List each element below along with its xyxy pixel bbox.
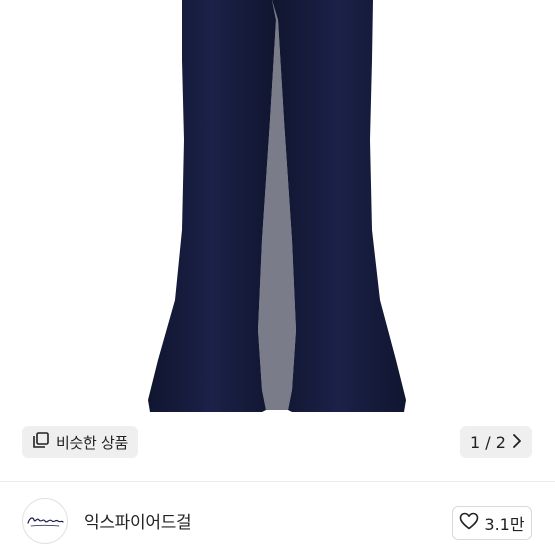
like-count: 3.1만 <box>484 515 525 534</box>
image-pager[interactable]: 1 / 2 <box>460 426 532 458</box>
seller-logo <box>27 517 64 527</box>
copy-squares-icon <box>32 431 50 453</box>
pants-left-leg <box>148 0 276 412</box>
like-button[interactable]: 3.1만 <box>452 506 532 540</box>
chevron-right-icon <box>512 433 522 452</box>
seller-name[interactable]: 익스파이어드걸 <box>84 508 192 533</box>
similar-products-label: 비슷한 상품 <box>56 433 128 452</box>
product-image[interactable] <box>0 0 555 470</box>
similar-products-button[interactable]: 비슷한 상품 <box>22 426 138 458</box>
heart-outline-icon <box>459 512 479 534</box>
image-counter: 1 / 2 <box>470 432 506 452</box>
seller-avatar[interactable] <box>22 498 68 544</box>
seller-row: 익스파이어드걸 3.1만 <box>0 482 555 555</box>
